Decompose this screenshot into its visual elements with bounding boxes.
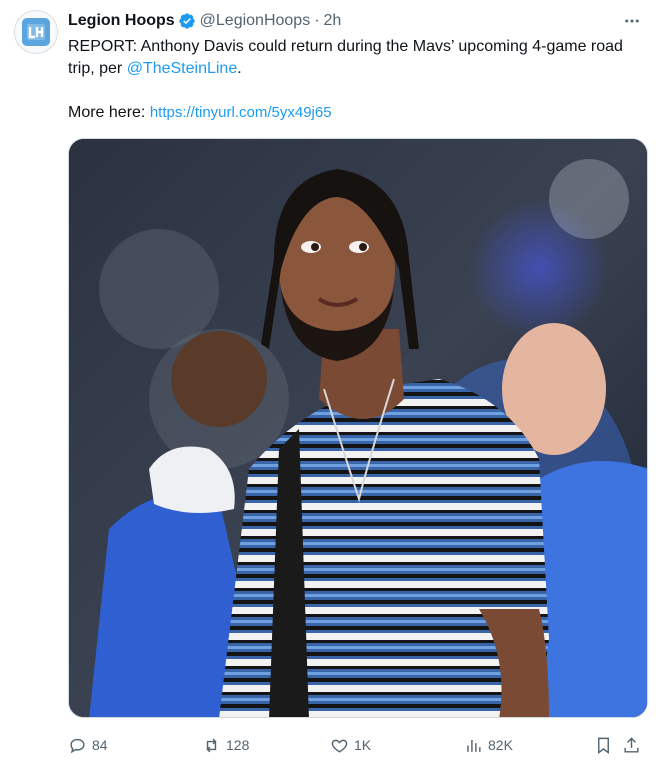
mention-link[interactable]: @TheSteinLine — [127, 60, 238, 77]
heart-icon — [331, 739, 348, 753]
tweet-text: REPORT: Anthony Davis could return durin… — [68, 36, 638, 124]
reply-button[interactable]: 84 — [68, 733, 108, 757]
bookmark-icon — [598, 737, 609, 754]
more-options-icon[interactable] — [620, 10, 644, 32]
player-photo-illustration — [69, 139, 647, 717]
like-button[interactable]: 1K — [330, 733, 371, 757]
author-handle[interactable]: @LegionHoops — [200, 12, 311, 30]
tweet-timestamp[interactable]: 2h — [324, 12, 342, 30]
views-chart-icon — [467, 739, 481, 752]
reply-count: 84 — [92, 737, 108, 753]
separator-dot: · — [314, 12, 320, 29]
verified-badge-icon — [178, 13, 195, 29]
legion-hoops-logo-icon — [22, 18, 50, 46]
author-avatar[interactable] — [14, 10, 58, 54]
like-count: 1K — [354, 737, 372, 753]
tweet-body-end: . — [237, 60, 242, 77]
share-icon — [624, 736, 639, 753]
retweet-count: 128 — [226, 737, 250, 753]
share-button[interactable] — [622, 733, 641, 757]
retweet-button[interactable]: 128 — [202, 733, 249, 757]
tweet-photo[interactable] — [68, 138, 648, 718]
bookmark-button[interactable] — [594, 733, 613, 757]
author-name[interactable]: Legion Hoops — [68, 12, 175, 30]
tweet-card[interactable]: Legion Hoops @LegionHoops · 2h REPORT: A… — [0, 0, 660, 765]
tweet-actions-bar: 84 128 1K 82K — [68, 733, 648, 757]
reply-icon — [70, 738, 85, 753]
views-button[interactable]: 82K — [464, 733, 513, 757]
external-link[interactable]: https://tinyurl.com/5yx49j65 — [150, 104, 332, 121]
retweet-icon — [206, 738, 217, 752]
more-here-label: More here: — [68, 104, 150, 121]
tweet-header: Legion Hoops @LegionHoops · 2h — [68, 10, 341, 32]
view-count: 82K — [488, 737, 513, 753]
